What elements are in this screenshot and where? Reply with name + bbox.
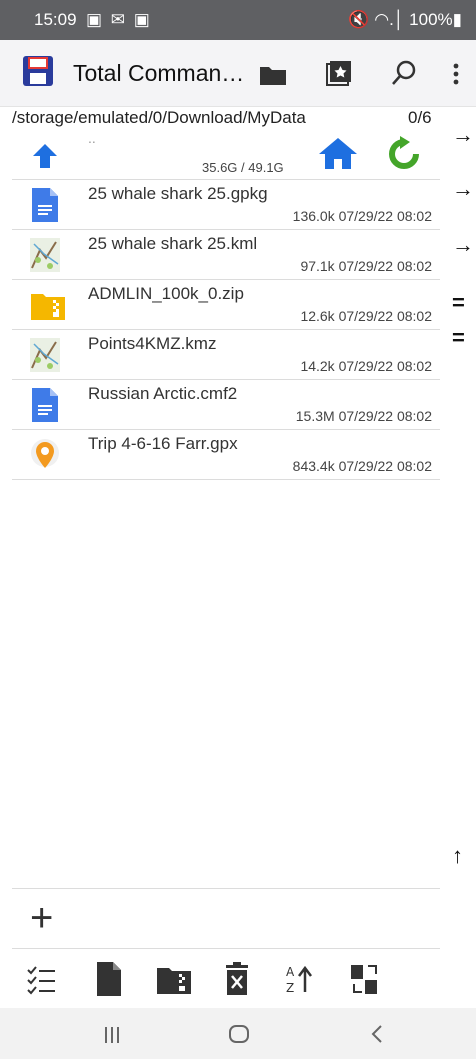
file-meta: 843.4k 07/29/22 08:02 xyxy=(292,458,432,474)
file-name: 25 whale shark 25.kml xyxy=(88,234,258,253)
parent-label: .. xyxy=(88,130,96,146)
file-meta: 12.6k 07/29/22 08:02 xyxy=(300,308,432,324)
new-file-icon[interactable] xyxy=(94,962,124,996)
scroll-up-arrow[interactable]: ↑ xyxy=(452,843,463,869)
map-pin-icon xyxy=(31,439,59,468)
file-row[interactable]: 25 whale shark 25.gpkg 136.0k 07/29/22 0… xyxy=(12,180,440,230)
app-title: Total Comman… xyxy=(73,60,245,86)
file-name: 25 whale shark 25.gpkg xyxy=(88,184,268,203)
notification-icons: ▣ ✉ ▣ xyxy=(86,10,152,29)
app-bar: Total Comman… xyxy=(0,40,476,107)
status-time: 15:09 xyxy=(34,10,77,29)
move-right-arrow[interactable]: → xyxy=(452,176,474,202)
file-row[interactable]: Points4KMZ.kmz 14.2k 07/29/22 08:02 xyxy=(12,330,440,380)
up-arrow-icon xyxy=(33,144,57,168)
zip-icon[interactable] xyxy=(157,962,191,996)
svg-text:Z: Z xyxy=(286,981,294,995)
status-right-icons: 🔇 ◠.│ 100%▮ xyxy=(348,10,462,29)
parent-directory-row[interactable]: .. 35.6G / 49.1G xyxy=(12,130,440,180)
add-button[interactable]: + xyxy=(30,898,53,938)
refresh-icon[interactable] xyxy=(388,136,420,170)
file-row[interactable]: 25 whale shark 25.kml 97.1k 07/29/22 08:… xyxy=(12,230,440,280)
document-icon xyxy=(32,188,58,222)
recent-apps-icon[interactable] xyxy=(104,1026,120,1044)
copy-right-arrow[interactable]: → xyxy=(452,122,474,148)
panels-icon[interactable] xyxy=(350,962,380,996)
android-nav-bar xyxy=(0,1008,476,1059)
back-icon[interactable] xyxy=(370,1024,384,1044)
status-bar: 15:09 ▣ ✉ ▣ 🔇 ◠.│ 100%▮ xyxy=(0,0,476,40)
file-row[interactable]: Trip 4-6-16 Farr.gpx 843.4k 07/29/22 08:… xyxy=(12,430,440,480)
file-name: ADMLIN_100k_0.zip xyxy=(88,284,244,303)
select-list-icon[interactable] xyxy=(26,962,56,996)
home-button-icon[interactable] xyxy=(228,1024,250,1044)
bottom-toolbar: A Z xyxy=(0,950,476,1008)
file-row[interactable]: ADMLIN_100k_0.zip 12.6k 07/29/22 08:02 xyxy=(12,280,440,330)
storage-space: 35.6G / 49.1G xyxy=(202,160,284,175)
equal-panels-button-2[interactable]: = xyxy=(452,325,465,351)
file-meta: 97.1k 07/29/22 08:02 xyxy=(300,258,432,274)
map-thumbnail-icon xyxy=(30,238,60,272)
zip-folder-icon xyxy=(31,294,65,320)
file-meta: 15.3M 07/29/22 08:02 xyxy=(295,408,432,424)
divider xyxy=(12,948,440,949)
file-name: Points4KMZ.kmz xyxy=(88,334,217,353)
equal-panels-button[interactable]: = xyxy=(452,290,465,316)
arrow-right-3[interactable]: → xyxy=(452,232,474,258)
file-name: Trip 4-6-16 Farr.gpx xyxy=(88,434,238,453)
file-name: Russian Arctic.cmf2 xyxy=(88,384,238,403)
sort-icon[interactable]: A Z xyxy=(285,962,315,996)
file-meta: 136.0k 07/29/22 08:02 xyxy=(292,208,432,224)
document-icon xyxy=(32,388,58,422)
file-meta: 14.2k 07/29/22 08:02 xyxy=(300,358,432,374)
map-thumbnail-icon xyxy=(30,338,60,372)
svg-text:A: A xyxy=(286,965,295,979)
delete-icon[interactable] xyxy=(222,962,252,996)
more-options-icon[interactable] xyxy=(452,62,460,86)
home-icon[interactable] xyxy=(318,136,358,170)
selection-count: 0/6 xyxy=(408,108,432,127)
current-path: /storage/emulated/0/Download/MyData xyxy=(12,108,306,127)
divider xyxy=(12,888,440,889)
search-icon[interactable] xyxy=(391,60,417,86)
folder-icon[interactable] xyxy=(259,64,287,86)
file-row[interactable]: Russian Arctic.cmf2 15.3M 07/29/22 08:02 xyxy=(12,380,440,430)
floppy-disk-icon[interactable] xyxy=(22,55,54,87)
bookmark-icon[interactable] xyxy=(326,60,352,86)
